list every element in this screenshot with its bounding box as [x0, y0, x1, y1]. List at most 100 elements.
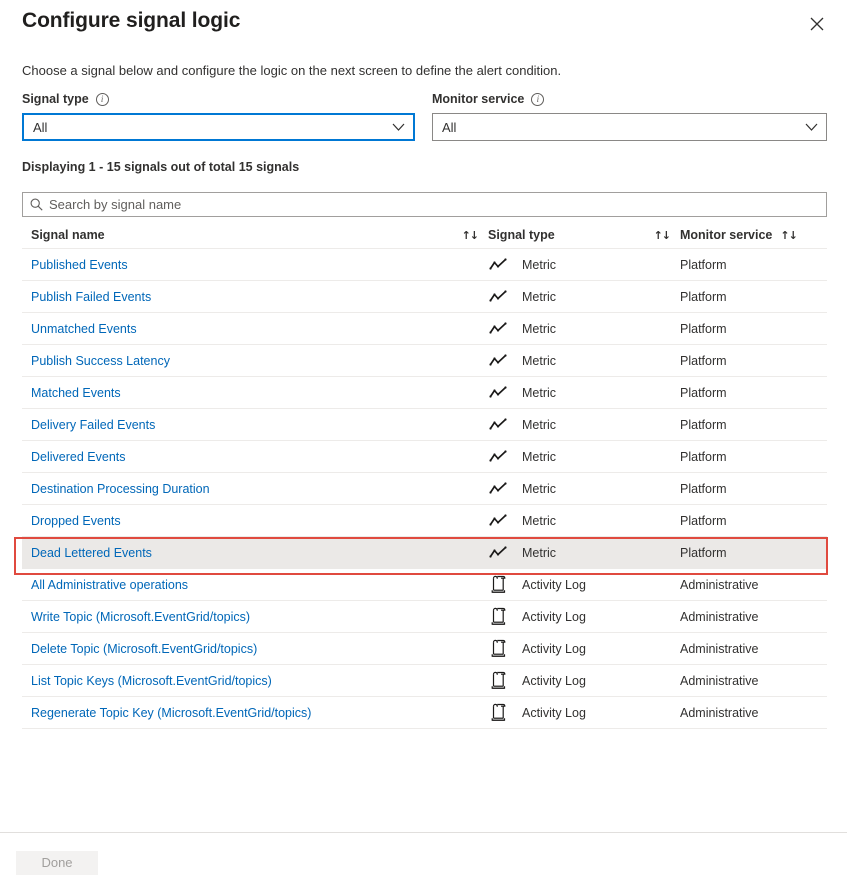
- monitor-service-cell: Platform: [680, 258, 827, 272]
- signal-type-label: Activity Log: [522, 610, 586, 624]
- metric-line-chart-icon: [488, 319, 508, 339]
- signal-type-select[interactable]: All: [22, 113, 415, 141]
- signal-name-link[interactable]: List Topic Keys (Microsoft.EventGrid/top…: [22, 674, 488, 688]
- metric-line-chart-icon: [488, 351, 508, 371]
- signal-type-value: All: [24, 120, 383, 135]
- monitor-service-cell: Platform: [680, 514, 827, 528]
- metric-line-chart-icon: [488, 415, 508, 435]
- table-body: Published Events Metric Platform Publish Fa…: [22, 249, 827, 729]
- monitor-service-cell: Platform: [680, 354, 827, 368]
- signal-type-cell: Metric: [488, 383, 680, 403]
- signal-name-link[interactable]: Write Topic (Microsoft.EventGrid/topics): [22, 610, 488, 624]
- signal-type-cell: Metric: [488, 255, 680, 275]
- table-row[interactable]: Published Events Metric Platform: [22, 249, 827, 281]
- monitor-service-label: Monitor service: [432, 92, 524, 106]
- search-box[interactable]: [22, 192, 827, 217]
- close-button[interactable]: [803, 10, 831, 38]
- signal-type-cell: Activity Log: [488, 639, 680, 659]
- info-icon[interactable]: i: [96, 93, 109, 106]
- monitor-service-field: Monitor service i All: [432, 90, 827, 141]
- signal-type-cell: Activity Log: [488, 575, 680, 595]
- activity-log-scroll-icon: [488, 703, 508, 723]
- signal-name-link[interactable]: Publish Failed Events: [22, 290, 488, 304]
- table-row[interactable]: Delivered Events Metric Platform: [22, 441, 827, 473]
- footer-divider: [0, 832, 847, 833]
- signals-table: Signal name ↑↓ Signal type ↑↓ Monitor se…: [22, 222, 827, 729]
- signal-name-link[interactable]: Published Events: [22, 258, 488, 272]
- table-row[interactable]: Delete Topic (Microsoft.EventGrid/topics…: [22, 633, 827, 665]
- sort-icon[interactable]: ↑↓: [462, 229, 488, 242]
- signal-name-link[interactable]: Unmatched Events: [22, 322, 488, 336]
- done-button[interactable]: Done: [16, 851, 98, 875]
- table-row[interactable]: Matched EventsMetricPlatform: [22, 377, 827, 409]
- table-row[interactable]: List Topic Keys (Microsoft.EventGrid/top…: [22, 665, 827, 697]
- search-input[interactable]: [49, 193, 826, 216]
- metric-line-chart-icon: [488, 511, 508, 531]
- configure-signal-logic-dialog: Configure signal logic Choose a signal b…: [0, 0, 847, 875]
- signal-name-link[interactable]: Delivery Failed Events: [22, 418, 488, 432]
- metric-line-chart-icon: [488, 447, 508, 467]
- signal-type-label: Metric: [522, 450, 556, 464]
- metric-line-chart-icon: [488, 287, 508, 307]
- table-row[interactable]: Delivery Failed EventsMetricPlatform: [22, 409, 827, 441]
- metric-line-chart-icon: [488, 543, 508, 563]
- table-row[interactable]: Unmatched EventsMetricPlatform: [22, 313, 827, 345]
- signal-name-link[interactable]: Delete Topic (Microsoft.EventGrid/topics…: [22, 642, 488, 656]
- table-row[interactable]: Publish Success LatencyMetricPlatform: [22, 345, 827, 377]
- table-row[interactable]: All Administrative operations Activity Lo…: [22, 569, 827, 601]
- sort-icon[interactable]: ↑↓: [780, 229, 796, 242]
- signal-type-cell: Metric: [488, 447, 680, 467]
- column-header-monitor-service[interactable]: Monitor service ↑↓: [680, 228, 827, 242]
- dialog-description: Choose a signal below and configure the …: [22, 63, 561, 78]
- table-row[interactable]: Write Topic (Microsoft.EventGrid/topics)…: [22, 601, 827, 633]
- signal-name-link[interactable]: Destination Processing Duration: [22, 482, 488, 496]
- column-header-label: Signal name: [31, 228, 105, 242]
- monitor-service-cell: Administrative: [680, 674, 827, 688]
- signal-name-link[interactable]: Dropped Events: [22, 514, 488, 528]
- signal-name-link[interactable]: Delivered Events: [22, 450, 488, 464]
- signal-type-cell: Metric: [488, 287, 680, 307]
- signal-type-cell: Activity Log: [488, 607, 680, 627]
- chevron-down-icon: [796, 123, 826, 132]
- column-header-signal-name[interactable]: Signal name ↑↓: [22, 228, 488, 242]
- monitor-service-select[interactable]: All: [432, 113, 827, 141]
- info-icon[interactable]: i: [531, 93, 544, 106]
- signal-type-label: Metric: [522, 482, 556, 496]
- signal-name-link[interactable]: Regenerate Topic Key (Microsoft.EventGri…: [22, 706, 488, 720]
- monitor-service-value: All: [433, 120, 796, 135]
- signal-name-link[interactable]: Matched Events: [22, 386, 488, 400]
- signal-name-link[interactable]: Dead Lettered Events: [22, 546, 488, 560]
- signal-type-label: Signal type: [22, 92, 89, 106]
- table-row[interactable]: Destination Processing Duration Metric Pla…: [22, 473, 827, 505]
- activity-log-scroll-icon: [488, 671, 508, 691]
- signal-type-label: Metric: [522, 258, 556, 272]
- monitor-service-label-row: Monitor service i: [432, 90, 827, 108]
- signal-name-link[interactable]: All Administrative operations: [22, 578, 488, 592]
- activity-log-scroll-icon: [488, 607, 508, 627]
- monitor-service-cell: Administrative: [680, 642, 827, 656]
- signal-type-label: Metric: [522, 322, 556, 336]
- table-row[interactable]: Dropped EventsMetricPlatform: [22, 505, 827, 537]
- table-row[interactable]: Dead Lettered EventsMetricPlatform: [22, 537, 827, 569]
- column-header-label: Monitor service: [680, 228, 772, 242]
- signal-type-label: Activity Log: [522, 578, 586, 592]
- metric-line-chart-icon: [488, 383, 508, 403]
- signal-name-link[interactable]: Publish Success Latency: [22, 354, 488, 368]
- signal-type-label: Activity Log: [522, 706, 586, 720]
- signal-type-label: Activity Log: [522, 642, 586, 656]
- monitor-service-cell: Administrative: [680, 578, 827, 592]
- sort-icon[interactable]: ↑↓: [654, 229, 680, 242]
- signal-type-label: Metric: [522, 418, 556, 432]
- chevron-down-icon: [383, 123, 413, 132]
- column-header-signal-type[interactable]: Signal type ↑↓: [488, 228, 680, 242]
- table-row[interactable]: Regenerate Topic Key (Microsoft.EventGri…: [22, 697, 827, 729]
- table-row[interactable]: Publish Failed EventsMetricPlatform: [22, 281, 827, 313]
- monitor-service-cell: Platform: [680, 450, 827, 464]
- search-icon: [23, 198, 49, 211]
- signal-type-label: Activity Log: [522, 674, 586, 688]
- activity-log-scroll-icon: [488, 639, 508, 659]
- signal-type-cell: Metric: [488, 479, 680, 499]
- close-icon: [810, 17, 824, 31]
- monitor-service-cell: Platform: [680, 482, 827, 496]
- signal-type-label-row: Signal type i: [22, 90, 415, 108]
